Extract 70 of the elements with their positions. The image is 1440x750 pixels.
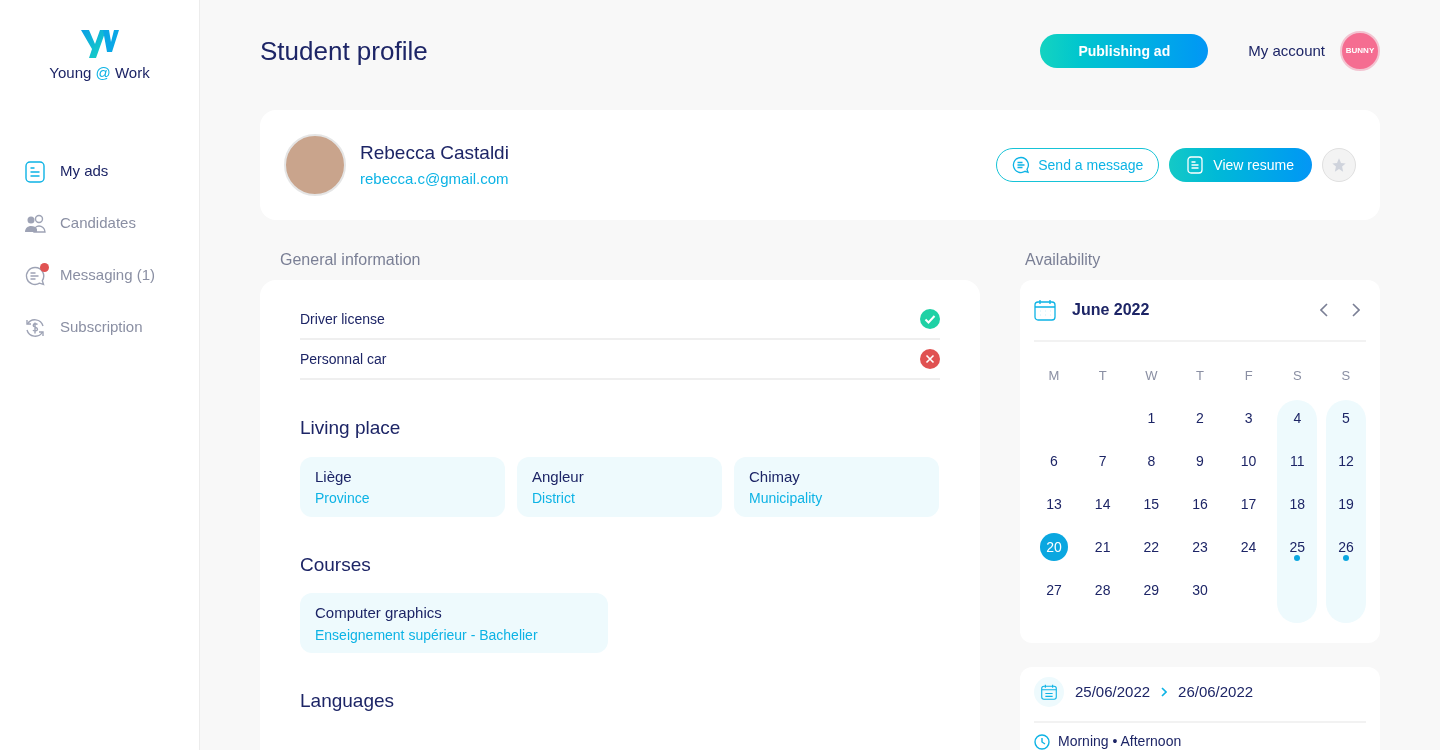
calendar-day[interactable]: 16: [1185, 490, 1214, 518]
calendar-day[interactable]: 11: [1283, 447, 1312, 475]
logo-icon: [80, 28, 119, 60]
calendar-day[interactable]: 26: [1331, 533, 1360, 561]
calendar-day[interactable]: 28: [1088, 576, 1117, 604]
month-label: June 2022: [1072, 300, 1151, 320]
sidebar-item[interactable]: My ads: [24, 154, 175, 189]
weekday-label: S: [1292, 367, 1302, 385]
section-title: Languages: [300, 689, 396, 713]
document-icon: [1187, 156, 1204, 174]
info-chip: Chimay Municipality: [734, 456, 939, 517]
weekday-label: M: [1048, 367, 1060, 385]
calendar-day[interactable]: 9: [1185, 447, 1214, 475]
calendar-day[interactable]: 15: [1137, 490, 1166, 518]
section-heading: Availability: [1024, 250, 1102, 270]
check-label: Driver license: [300, 309, 386, 329]
section-title: Living place: [300, 416, 402, 440]
calendar-icon: [1034, 677, 1064, 707]
weekday-label: T: [1196, 367, 1204, 385]
calendar-day[interactable]: 24: [1234, 533, 1263, 561]
clock-icon: [1034, 733, 1050, 750]
calendar-day[interactable]: 7: [1088, 447, 1117, 475]
calendar-day[interactable]: 21: [1088, 533, 1117, 561]
calendar-day[interactable]: 23: [1185, 533, 1214, 561]
calendar-day[interactable]: 29: [1137, 576, 1166, 604]
chevron-right-icon: [1352, 303, 1360, 317]
weekday-label: T: [1098, 367, 1107, 385]
calendar-day[interactable]: 6: [1040, 447, 1068, 475]
calendar-day[interactable]: 18: [1283, 490, 1312, 518]
chevron-right-icon: [1161, 687, 1168, 697]
calendar-day[interactable]: 27: [1040, 576, 1068, 604]
info-chip: Computer graphics Enseignement supérieur - Bachelier: [300, 593, 608, 653]
calendar-day[interactable]: 13: [1040, 490, 1068, 518]
calendar-day[interactable]: 1: [1137, 404, 1166, 432]
people-icon: [24, 212, 46, 235]
weekday-label: F: [1244, 367, 1253, 385]
calendar-day[interactable]: 2: [1185, 404, 1214, 432]
calendar-day[interactable]: 3: [1234, 404, 1263, 432]
calendar-day[interactable]: 8: [1137, 447, 1166, 475]
page-title: Student profile: [260, 34, 429, 68]
weekday-label: W: [1145, 367, 1158, 385]
chat-icon: [1012, 156, 1031, 174]
section-heading: General information: [279, 250, 422, 270]
refresh-icon: [24, 316, 46, 339]
chevron-left-icon: [1320, 303, 1328, 317]
brand-name: Young @ Work: [49, 63, 150, 83]
student-name: Rebecca Castaldi: [360, 140, 510, 165]
info-chip: Liège Province: [300, 456, 505, 517]
chat-icon: [24, 264, 46, 287]
time-slots: Morning • Afternoon: [1058, 731, 1182, 750]
weekday-label: S: [1341, 367, 1351, 385]
calendar-day[interactable]: 12: [1331, 447, 1360, 475]
calendar-day[interactable]: 30: [1185, 576, 1214, 604]
account-link[interactable]: My account: [1248, 39, 1325, 63]
calendar-day[interactable]: 4: [1283, 404, 1312, 432]
check-label: Personnal car: [300, 349, 388, 369]
calendar-day[interactable]: 5: [1331, 404, 1360, 432]
calendar-day[interactable]: 14: [1088, 490, 1117, 518]
document-icon: [24, 160, 46, 183]
section-title: Courses: [300, 552, 372, 577]
star-icon: [1331, 157, 1347, 173]
start-date: 25/06/2022: [1075, 681, 1151, 702]
calendar-day[interactable]: 17: [1234, 490, 1263, 518]
info-chip: Angleur District: [517, 456, 722, 517]
calendar-day[interactable]: 19: [1331, 490, 1360, 518]
calendar-day[interactable]: 10: [1234, 447, 1263, 475]
calendar-day[interactable]: 25: [1283, 533, 1312, 561]
calendar-day[interactable]: 22: [1137, 533, 1166, 561]
end-date: 26/06/2022: [1178, 681, 1254, 702]
calendar-icon: [1034, 299, 1056, 321]
